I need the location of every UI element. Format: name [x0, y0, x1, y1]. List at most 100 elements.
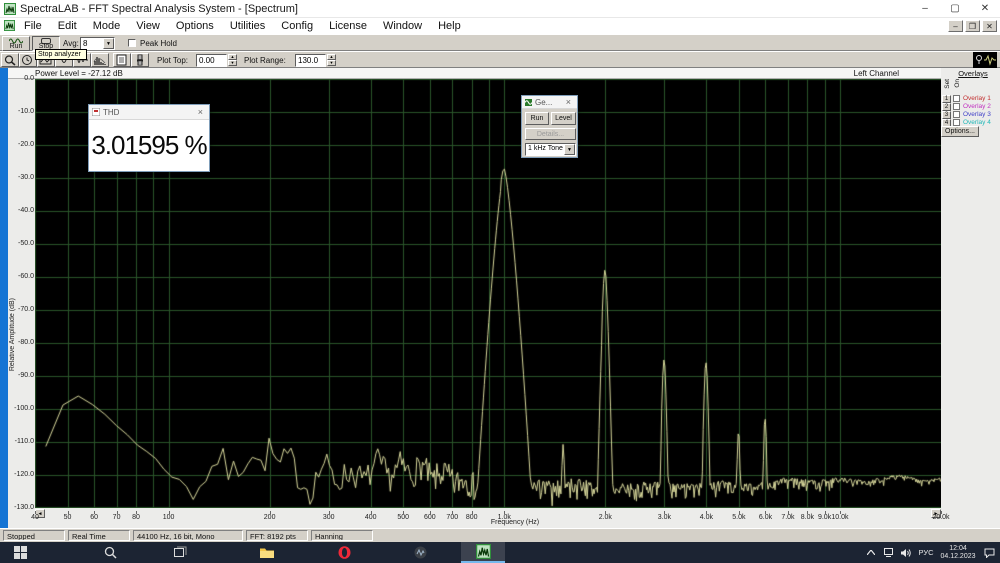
- x-tick-label: 400: [365, 514, 377, 521]
- y-tick-label: -110.0: [9, 438, 34, 445]
- taskbar-start-button[interactable]: [0, 542, 40, 563]
- x-axis-title: Frequency (Hz): [435, 519, 595, 526]
- taskbar-task-view-button[interactable]: [160, 542, 200, 563]
- x-tick-label: 6.0k: [759, 514, 772, 521]
- generator-dialog-titlebar[interactable]: Ge... ×: [522, 96, 577, 109]
- x-tick-label: 50: [64, 514, 72, 521]
- taskbar: РУС 12:04 04.12.2023: [0, 542, 1000, 563]
- menu-view[interactable]: View: [128, 20, 168, 32]
- overlay-3-set-button[interactable]: 3: [942, 111, 951, 119]
- plot-top-spinner[interactable]: ▲▼: [228, 54, 237, 66]
- x-tick-label: 600: [424, 514, 436, 521]
- taskbar-spectralab-button[interactable]: [461, 542, 505, 563]
- y-tick-label: -100.0: [9, 405, 34, 412]
- taskbar-file-explorer-button[interactable]: [247, 542, 287, 563]
- x-tick-label: 60: [90, 514, 98, 521]
- thd-dialog-close-icon[interactable]: ×: [195, 107, 206, 117]
- overlay-4-on-checkbox[interactable]: [953, 119, 960, 126]
- thd-value: 3.01595 %: [89, 120, 209, 170]
- peak-hold-checkbox[interactable]: [128, 39, 136, 47]
- status-mode: Real Time: [68, 530, 130, 541]
- clock[interactable]: 12:04 04.12.2023: [938, 542, 978, 563]
- thd-dialog-titlebar[interactable]: THD ×: [89, 105, 209, 120]
- plot-top-input[interactable]: 0.00: [196, 54, 227, 67]
- mdi-child-icon: [4, 20, 15, 31]
- tray-expand-icon[interactable]: [863, 542, 879, 563]
- menu-config[interactable]: Config: [273, 20, 321, 32]
- spectrum-bars-icon[interactable]: [91, 53, 109, 67]
- language-indicator[interactable]: РУС: [915, 542, 937, 563]
- overlay-3-label: Overlay 3: [963, 111, 991, 118]
- level-meter-icon[interactable]: [131, 53, 149, 67]
- menu-items: FileEditModeViewOptionsUtilitiesConfigLi…: [16, 20, 469, 32]
- toolbar-main: Run Stop Avg: 8 ▼ Peak Hold: [0, 34, 1000, 51]
- y-tick-label: -10.0: [9, 108, 34, 115]
- thd-dialog: THD × 3.01595 %: [88, 104, 210, 172]
- toolbar-view: Plot Top: 0.00 ▲▼ Plot Range: 130.0 ▲▼: [0, 51, 1000, 68]
- menu-mode[interactable]: Mode: [85, 20, 129, 32]
- maximize-button[interactable]: ▢: [940, 0, 970, 18]
- plot-range-spinner[interactable]: ▲▼: [327, 54, 336, 66]
- stop-analyzer-tooltip: Stop analyzer: [35, 49, 87, 60]
- menu-window[interactable]: Window: [375, 20, 430, 32]
- run-button[interactable]: Run: [2, 36, 30, 51]
- menu-options[interactable]: Options: [168, 20, 222, 32]
- menu-bar: FileEditModeViewOptionsUtilitiesConfigLi…: [0, 18, 1000, 34]
- generator-dialog-close-icon[interactable]: ×: [563, 97, 574, 107]
- overlay-3-on-checkbox[interactable]: [953, 111, 960, 118]
- y-tick-label: 0.0: [9, 75, 34, 82]
- overlay-1-set-button[interactable]: 1: [942, 95, 951, 103]
- generator-run-button[interactable]: Run: [525, 112, 549, 125]
- generator-signal-select[interactable]: 1 kHz Tone ▼: [525, 143, 576, 156]
- x-tick-label: 80: [132, 514, 140, 521]
- y-tick-label: -120.0: [9, 471, 34, 478]
- x-tick-label: 8.0k: [801, 514, 814, 521]
- minimize-button[interactable]: –: [910, 0, 940, 18]
- menu-file[interactable]: File: [16, 20, 50, 32]
- mdi-close-button[interactable]: ✕: [982, 20, 997, 32]
- menu-utilities[interactable]: Utilities: [222, 20, 273, 32]
- x-tick-label: 2.0k: [599, 514, 612, 521]
- desktop-edge: [0, 68, 8, 528]
- y-tick-label: -80.0: [9, 339, 34, 346]
- menu-edit[interactable]: Edit: [50, 20, 85, 32]
- plot-range-label: Plot Range:: [244, 56, 286, 65]
- channel-label: Left Channel: [854, 69, 899, 78]
- plot-range-input[interactable]: 130.0: [295, 54, 326, 67]
- overlay-4-label: Overlay 4: [963, 119, 991, 126]
- y-tick-label: -50.0: [9, 240, 34, 247]
- x-tick-label: 20.0k: [932, 514, 949, 521]
- generator-signal-dropdown-arrow[interactable]: ▼: [564, 144, 575, 155]
- status-format: 44100 Hz, 16 bit, Mono: [133, 530, 243, 541]
- avg-dropdown-arrow[interactable]: ▼: [103, 38, 114, 49]
- generator-level-button[interactable]: Level: [551, 112, 576, 125]
- title-bar: SpectraLAB - FFT Spectral Analysis Syste…: [0, 0, 1000, 18]
- plot-header-strip: Power Level = -27.12 dB Left Channel: [8, 68, 941, 79]
- overlays-options-button[interactable]: Options...: [941, 126, 979, 137]
- notifications-icon[interactable]: [980, 542, 998, 563]
- network-icon[interactable]: [881, 542, 897, 563]
- y-tick-label: -40.0: [9, 207, 34, 214]
- mdi-minimize-button[interactable]: –: [948, 20, 963, 32]
- overlay-2-set-button[interactable]: 2: [942, 103, 951, 111]
- generator-dialog: Ge... × Run Level Details... 1 kHz Tone …: [521, 95, 578, 158]
- x-tick-label: 7.0k: [781, 514, 794, 521]
- generator-details-button: Details...: [525, 128, 576, 140]
- close-button[interactable]: ✕: [970, 0, 1000, 18]
- x-tick-label: 4.0k: [700, 514, 713, 521]
- volume-icon[interactable]: [898, 542, 914, 563]
- mdi-restore-button[interactable]: ❒: [965, 20, 980, 32]
- menu-help[interactable]: Help: [430, 20, 469, 32]
- overlay-2-on-checkbox[interactable]: [953, 103, 960, 110]
- y-tick-label: -130.0: [9, 504, 34, 511]
- x-tick-label: 500: [397, 514, 409, 521]
- overlay-1-on-checkbox[interactable]: [953, 95, 960, 102]
- zoom-icon[interactable]: [1, 53, 19, 67]
- audio-monitor-icon[interactable]: [973, 52, 997, 68]
- clock-time: 12:04: [949, 545, 967, 553]
- taskbar-audio-app-button[interactable]: [400, 542, 440, 563]
- taskbar-search-button[interactable]: [90, 542, 130, 563]
- menu-license[interactable]: License: [321, 20, 375, 32]
- taskbar-opera-button[interactable]: [324, 542, 364, 563]
- log-notes-icon[interactable]: [113, 53, 131, 67]
